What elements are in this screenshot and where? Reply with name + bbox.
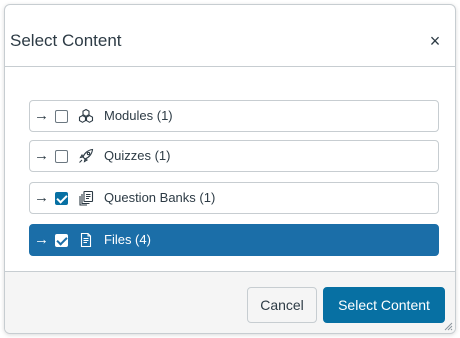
resize-handle-icon[interactable] [443,321,453,331]
modules-icon [78,108,94,124]
item-label: Modules (1) [104,108,173,123]
modules-checkbox[interactable] [55,109,68,123]
item-label: Files (4) [104,232,151,247]
files-icon [78,232,94,248]
expand-arrow-icon[interactable]: → [34,232,54,248]
select-content-dialog: Select Content × → Modules (1) → Quizzes… [4,4,456,334]
question-banks-icon [78,190,94,206]
dialog-footer: Cancel Select Content [5,271,455,333]
item-label: Question Banks (1) [104,190,216,205]
select-content-button[interactable]: Select Content [323,287,445,323]
files-checkbox[interactable] [55,233,68,247]
list-item-files[interactable]: → Files (4) [29,224,439,256]
dialog-header: Select Content × [5,5,455,67]
quizzes-icon [78,148,94,164]
item-label: Quizzes (1) [104,148,171,163]
list-item-quizzes[interactable]: → Quizzes (1) [29,140,439,172]
quizzes-checkbox[interactable] [55,149,68,163]
dialog-title: Select Content [10,31,122,50]
list-item-modules[interactable]: → Modules (1) [29,100,439,132]
expand-arrow-icon[interactable]: → [34,148,54,164]
question-banks-checkbox[interactable] [55,191,68,205]
content-list: → Modules (1) → Quizzes (1) → Question B… [5,68,455,276]
expand-arrow-icon[interactable]: → [34,108,54,124]
expand-arrow-icon[interactable]: → [34,190,54,206]
cancel-button[interactable]: Cancel [247,287,317,323]
close-icon[interactable]: × [427,31,443,51]
list-item-question-banks[interactable]: → Question Banks (1) [29,182,439,214]
